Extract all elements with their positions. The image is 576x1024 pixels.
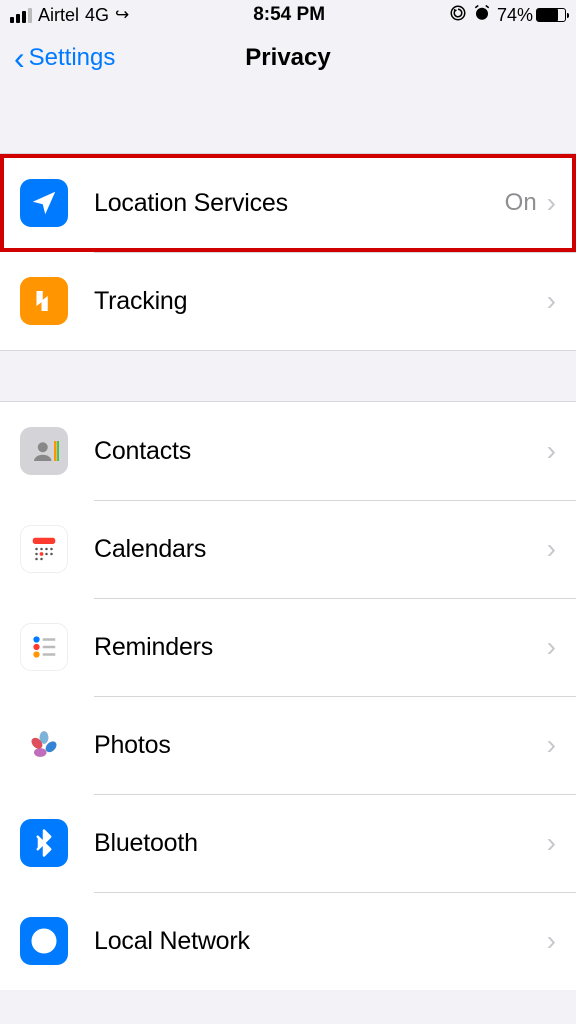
battery-icon [536, 8, 566, 22]
row-label: Photos [94, 731, 547, 760]
row-photos[interactable]: Photos › [0, 696, 576, 794]
back-label: Settings [29, 44, 116, 72]
calendar-icon [20, 525, 68, 573]
chevron-right-icon: › [547, 729, 556, 761]
battery-pct: 74% [497, 5, 533, 26]
signal-icon [10, 8, 32, 23]
globe-icon [20, 917, 68, 965]
back-button[interactable]: ‹ Settings [14, 42, 115, 74]
row-location-services[interactable]: Location Services On › [0, 154, 576, 252]
settings-group-1: Location Services On › Tracking › [0, 154, 576, 350]
contacts-icon [20, 427, 68, 475]
settings-group-2: Contacts › Calendars › Reminders › Photo… [0, 402, 576, 990]
chevron-right-icon: › [547, 827, 556, 859]
row-label: Bluetooth [94, 829, 547, 858]
row-bluetooth[interactable]: Bluetooth › [0, 794, 576, 892]
chevron-right-icon: › [547, 925, 556, 957]
reminders-icon [20, 623, 68, 671]
chevron-left-icon: ‹ [14, 42, 25, 74]
row-reminders[interactable]: Reminders › [0, 598, 576, 696]
row-local-network[interactable]: Local Network › [0, 892, 576, 990]
nav-bar: ‹ Settings Privacy [0, 30, 576, 86]
row-label: Location Services [94, 189, 505, 218]
photos-icon [20, 721, 68, 769]
status-bar: Airtel 4G ↪ 8:54 PM 74% [0, 0, 576, 30]
bluetooth-icon [20, 819, 68, 867]
alarm-icon [473, 4, 491, 27]
row-label: Local Network [94, 927, 547, 956]
chevron-right-icon: › [547, 285, 556, 317]
row-label: Tracking [94, 287, 547, 316]
rotation-lock-icon [449, 4, 467, 27]
row-label: Contacts [94, 437, 547, 466]
chevron-right-icon: › [547, 631, 556, 663]
row-tracking[interactable]: Tracking › [0, 252, 576, 350]
chevron-right-icon: › [547, 435, 556, 467]
call-forward-icon: ↪ [115, 5, 129, 25]
page-title: Privacy [245, 44, 330, 72]
clock: 8:54 PM [253, 4, 325, 26]
row-label: Reminders [94, 633, 547, 662]
network-label: 4G [85, 5, 109, 26]
row-contacts[interactable]: Contacts › [0, 402, 576, 500]
carrier-label: Airtel [38, 5, 79, 26]
tracking-icon [20, 277, 68, 325]
row-label: Calendars [94, 535, 547, 564]
chevron-right-icon: › [547, 187, 556, 219]
row-calendars[interactable]: Calendars › [0, 500, 576, 598]
row-value: On [505, 189, 537, 217]
location-icon [20, 179, 68, 227]
chevron-right-icon: › [547, 533, 556, 565]
